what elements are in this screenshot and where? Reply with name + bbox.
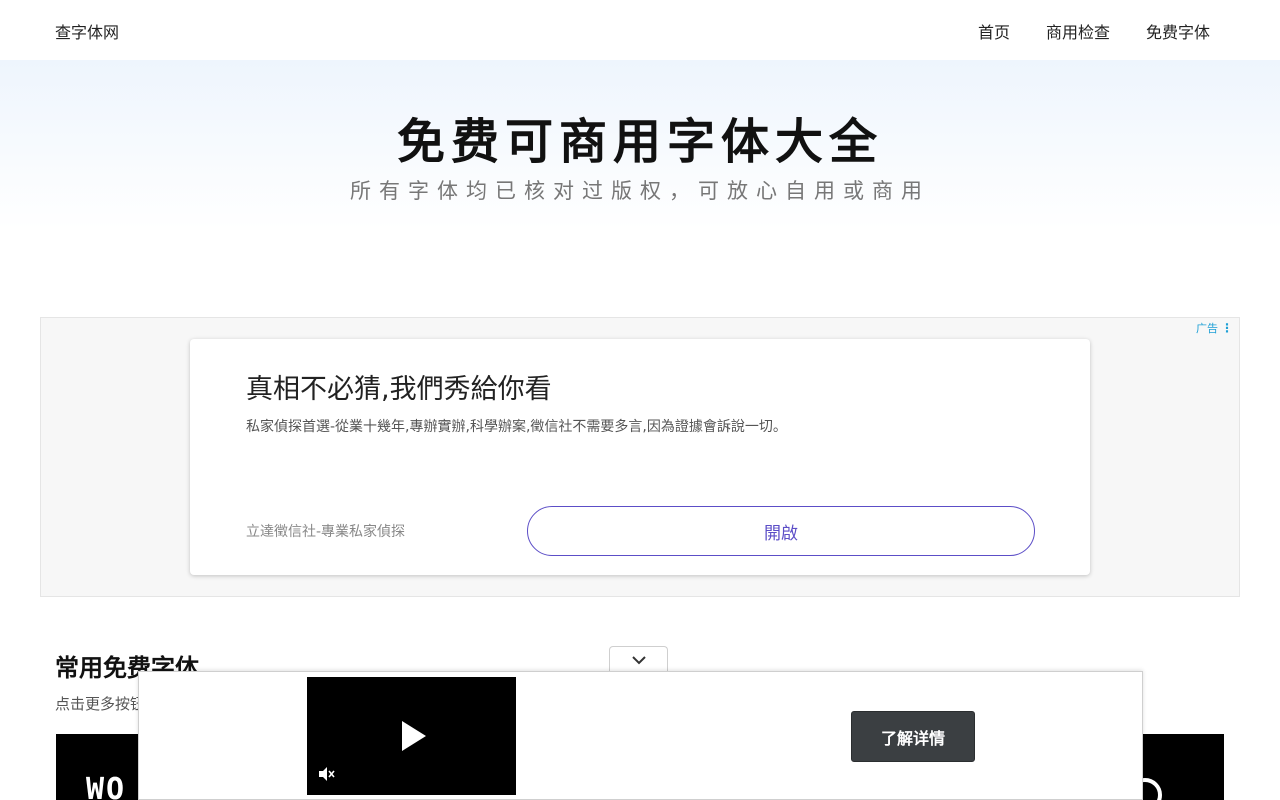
- ad-headline[interactable]: 真相不必猜,我們秀給你看: [246, 367, 552, 406]
- video-player[interactable]: [307, 677, 516, 795]
- ad-label: 广告: [1196, 322, 1218, 335]
- play-icon[interactable]: [402, 721, 426, 751]
- hero-banner: 免费可商用字体大全 所有字体均已核对过版权，可放心自用或商用: [0, 60, 1280, 230]
- ad-open-button[interactable]: 開啟: [527, 506, 1035, 556]
- page-subtitle: 所有字体均已核对过版权，可放心自用或商用: [350, 179, 930, 203]
- overlay-collapse-button[interactable]: [609, 646, 668, 673]
- mute-icon[interactable]: [317, 765, 335, 783]
- ad-description: 私家偵探首選-從業十幾年,專辦實辦,科學辦案,徵信社不需要多言,因為證據會訴說一…: [246, 419, 787, 435]
- chevron-down-icon: [631, 656, 646, 665]
- font-sample-glyph: WO: [86, 772, 127, 800]
- nav-commercial-check[interactable]: 商用检查: [1046, 19, 1110, 43]
- ad-container: 广告 ⋮ 真相不必猜,我們秀給你看 私家偵探首選-從業十幾年,專辦實辦,科學辦案…: [40, 317, 1240, 597]
- nav-free-fonts[interactable]: 免费字体: [1146, 19, 1210, 43]
- main-nav: 首页 商用检查 免费字体: [978, 19, 1210, 43]
- nav-home[interactable]: 首页: [978, 19, 1010, 43]
- top-navbar: 查字体网 首页 商用检查 免费字体: [0, 0, 1280, 60]
- ad-advertiser: 立達徵信社-專業私家偵探: [246, 524, 406, 540]
- video-ad-overlay: 了解详情: [138, 671, 1143, 800]
- section-hint: 点击更多按钮: [55, 695, 139, 713]
- learn-more-button[interactable]: 了解详情: [851, 711, 975, 762]
- ad-choices-label[interactable]: 广告 ⋮: [1196, 320, 1233, 336]
- page-title: 免费可商用字体大全: [396, 114, 883, 170]
- site-logo[interactable]: 查字体网: [55, 19, 119, 43]
- ad-card[interactable]: 真相不必猜,我們秀給你看 私家偵探首選-從業十幾年,專辦實辦,科學辦案,徵信社不…: [190, 339, 1090, 575]
- more-vertical-icon[interactable]: ⋮: [1221, 321, 1233, 335]
